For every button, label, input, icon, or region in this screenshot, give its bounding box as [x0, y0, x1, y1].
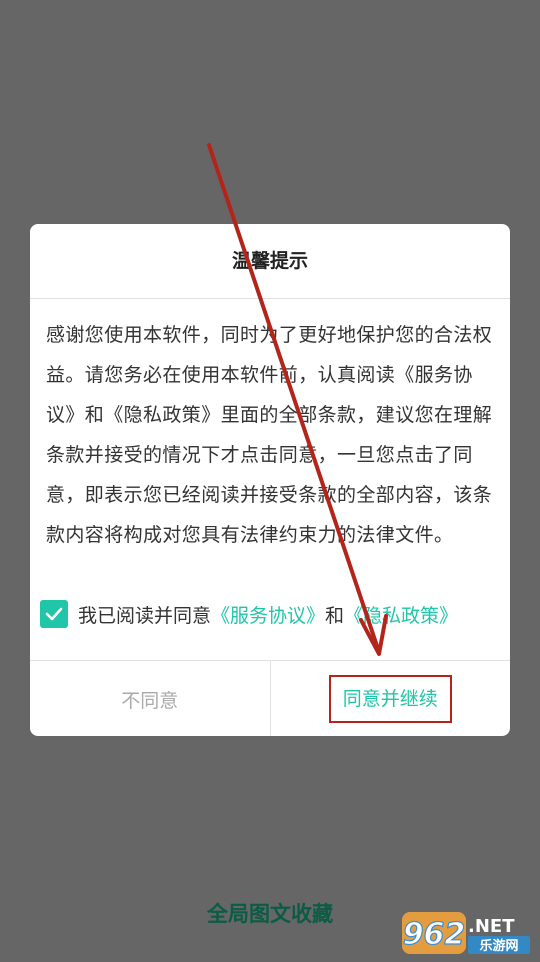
- privacy-policy-link[interactable]: 《隐私政策》: [344, 601, 458, 628]
- site-watermark-logo: 962 .NET 乐游网: [400, 908, 536, 958]
- disagree-button[interactable]: 不同意: [30, 661, 271, 736]
- dialog-title: 温馨提示: [30, 224, 510, 299]
- agree-checkbox-row[interactable]: 我已阅读并同意 《服务协议》 和 《隐私政策》: [40, 600, 458, 628]
- agree-continue-button[interactable]: 同意并继续: [271, 661, 511, 736]
- disagree-button-label: 不同意: [121, 689, 179, 712]
- dialog-body-text: 感谢您使用本软件，同时为了更好地保护您的合法权益。请您务必在使用本软件前，认真阅…: [46, 324, 493, 546]
- checkmark-icon[interactable]: [40, 600, 68, 628]
- svg-text:962: 962: [403, 917, 466, 952]
- privacy-dialog: 温馨提示 感谢您使用本软件，同时为了更好地保护您的合法权益。请您务必在使用本软件…: [30, 224, 510, 736]
- and-text: 和: [325, 604, 345, 627]
- agree-continue-button-label: 同意并继续: [328, 675, 452, 723]
- dialog-button-row: 不同意 同意并继续: [30, 660, 510, 736]
- service-agreement-link[interactable]: 《服务协议》: [211, 601, 325, 628]
- svg-text:乐游网: 乐游网: [479, 938, 518, 954]
- agree-prefix-text: 我已阅读并同意: [78, 604, 212, 627]
- svg-text:.NET: .NET: [468, 916, 515, 937]
